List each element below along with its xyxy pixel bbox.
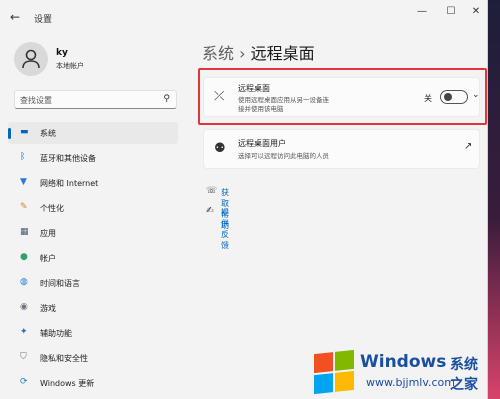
bluetooth-icon: ᛒ bbox=[20, 152, 26, 162]
search-icon: ⚲ bbox=[163, 94, 170, 104]
user-name: ky bbox=[56, 48, 68, 58]
app-title: 设置 bbox=[34, 15, 53, 25]
active-indicator bbox=[8, 128, 11, 139]
feedback-link-label: 提供反馈 bbox=[221, 208, 229, 250]
sidebar-item[interactable]: ⛉ 隐私和安全性 bbox=[8, 347, 178, 369]
sidebar-item-label: 帐户 bbox=[40, 254, 56, 263]
sidebar-item[interactable]: ◍ 时间和语言 bbox=[8, 272, 178, 294]
account-icon: ● bbox=[20, 252, 28, 262]
sidebar-item[interactable]: ▦ 应用 bbox=[8, 222, 178, 244]
watermark-cn: 系统之家 bbox=[450, 357, 478, 393]
sidebar-item[interactable]: ▼ 网络和 Internet bbox=[8, 172, 178, 194]
monitor-icon: ▬ bbox=[20, 127, 29, 137]
back-arrow-icon[interactable]: ← bbox=[10, 10, 20, 24]
sidebar-item[interactable]: ◉ 游戏 bbox=[8, 297, 178, 319]
sidebar-item[interactable]: ✎ 个性化 bbox=[8, 197, 178, 219]
sidebar: ky 本地帐户 查找设置 ⚲ ▬ 系统 ᛒ 蓝牙和其他设备 ▼ 网络和 Internet ✎… bbox=[0, 34, 190, 399]
brush-icon: ✎ bbox=[20, 202, 28, 212]
sidebar-item[interactable]: ✦ 辅助功能 bbox=[8, 322, 178, 344]
sidebar-item-label: 游戏 bbox=[40, 304, 56, 313]
windows-logo-icon bbox=[314, 349, 354, 395]
help-icon: ☏ bbox=[206, 186, 218, 196]
title-bar: ← 设置 — ☐ ✕ bbox=[0, 0, 487, 34]
maximize-button[interactable]: ☐ bbox=[441, 6, 461, 17]
update-icon: ⟳ bbox=[20, 377, 28, 387]
sidebar-item-label: 网络和 Internet bbox=[40, 179, 99, 188]
sidebar-item[interactable]: ᛒ 蓝牙和其他设备 bbox=[8, 147, 178, 169]
watermark: Windows 系统之家 www.bjjmlv.com bbox=[310, 346, 487, 396]
remote-users-title: 远程桌面用户 bbox=[238, 139, 286, 148]
sidebar-item-label: Windows 更新 bbox=[40, 379, 95, 388]
account-type: 本地帐户 bbox=[56, 62, 84, 70]
search-placeholder: 查找设置 bbox=[20, 96, 52, 105]
breadcrumb-separator: › bbox=[239, 44, 246, 63]
sidebar-item[interactable]: ▬ 系统 bbox=[8, 122, 178, 144]
sidebar-item-label: 应用 bbox=[40, 229, 56, 238]
avatar[interactable] bbox=[14, 42, 48, 76]
minimize-button[interactable]: — bbox=[412, 6, 432, 17]
remote-users-card[interactable]: ⚉ 远程桌面用户 选择可以远程访问此电脑的人员 ↗ bbox=[203, 129, 480, 169]
sidebar-item[interactable]: ● 帐户 bbox=[8, 247, 178, 269]
main-content: 系统 › 远程桌面 ⤫ 远程桌面 使用远程桌面应用从另一设备连 接并使用该电脑 … bbox=[190, 34, 487, 399]
close-button[interactable]: ✕ bbox=[466, 6, 486, 17]
sidebar-item-label: 隐私和安全性 bbox=[40, 354, 88, 363]
breadcrumb-parent[interactable]: 系统 bbox=[202, 44, 234, 63]
search-input[interactable]: 查找设置 ⚲ bbox=[14, 90, 177, 109]
breadcrumb: 系统 › 远程桌面 bbox=[202, 40, 315, 64]
globe-clock-icon: ◍ bbox=[20, 277, 28, 287]
feedback-icon: ✍ bbox=[206, 206, 214, 216]
sidebar-item-label: 时间和语言 bbox=[40, 279, 80, 288]
accessibility-icon: ✦ bbox=[20, 327, 28, 337]
shield-icon: ⛉ bbox=[20, 352, 27, 362]
desktop-background bbox=[488, 0, 500, 399]
apps-icon: ▦ bbox=[20, 227, 29, 237]
user-icon bbox=[22, 49, 40, 69]
sidebar-item[interactable]: ⟳ Windows 更新 bbox=[8, 372, 178, 394]
external-link-icon: ↗ bbox=[464, 141, 473, 152]
sidebar-item-label: 个性化 bbox=[40, 204, 64, 213]
page-title: 远程桌面 bbox=[250, 44, 315, 63]
sidebar-item-label: 辅助功能 bbox=[40, 329, 72, 338]
remote-users-desc: 选择可以远程访问此电脑的人员 bbox=[238, 152, 329, 160]
wifi-icon: ▼ bbox=[20, 177, 27, 187]
watermark-brand: Windows bbox=[360, 352, 447, 372]
sidebar-item-label: 系统 bbox=[40, 129, 56, 138]
highlight-box bbox=[198, 68, 487, 125]
sidebar-item-label: 蓝牙和其他设备 bbox=[40, 154, 96, 163]
watermark-url: www.bjjmlv.com bbox=[366, 376, 455, 389]
settings-window: ← 设置 — ☐ ✕ ky 本地帐户 查找设置 ⚲ ▬ 系统 ᛒ 蓝牙和其他设备 ▼ 网络… bbox=[0, 0, 488, 399]
gamepad-icon: ◉ bbox=[20, 302, 28, 312]
users-icon: ⚉ bbox=[214, 141, 226, 156]
